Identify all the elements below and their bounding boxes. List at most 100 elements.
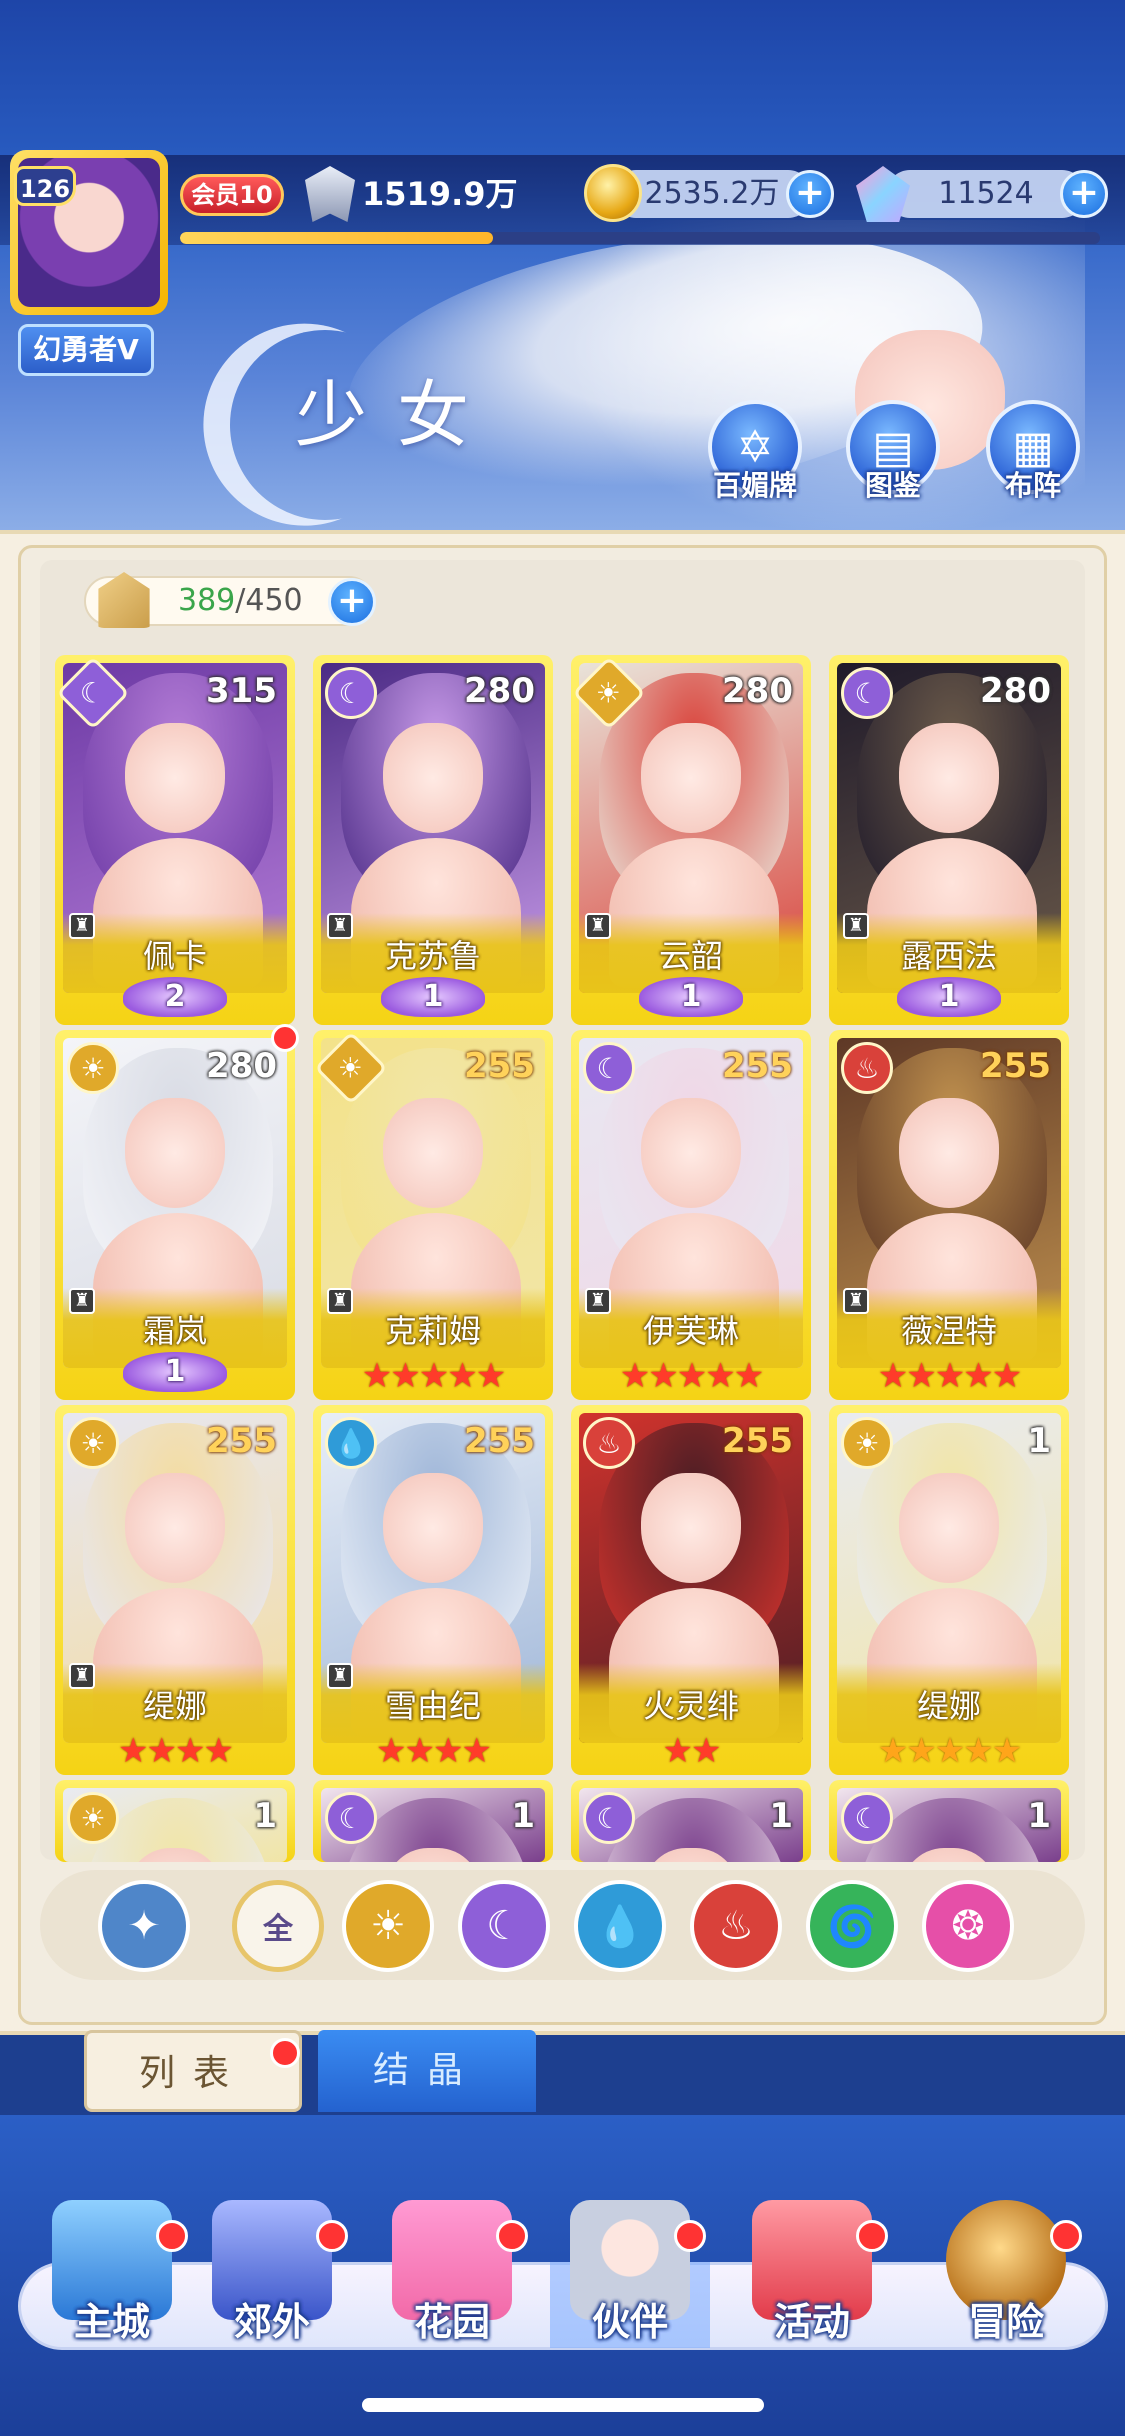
roster-count-current: 389 — [178, 583, 236, 618]
character-card[interactable]: ☾ 280 ♜ 克苏鲁 1 — [313, 655, 553, 1025]
character-card[interactable]: ☾ 315 ♜ 佩卡 2 — [55, 655, 295, 1025]
star-icon: ★ — [705, 1356, 736, 1396]
tab-list[interactable]: 列表 — [84, 2030, 302, 2112]
character-card[interactable]: ☾ 255 ♜ 伊芙琳 ★★★★★ — [571, 1030, 811, 1400]
header-background — [0, 0, 1125, 540]
star-icon: ★ — [619, 1356, 651, 1396]
moon-element-icon: ☾ — [325, 667, 377, 719]
portrait-face — [641, 1098, 741, 1208]
formation-button[interactable]: ▦ 布阵 — [978, 400, 1088, 510]
character-level: 1 — [1027, 1796, 1051, 1836]
character-name: 缇娜 — [916, 1687, 981, 1725]
portrait-face — [383, 1473, 483, 1583]
nav-gift[interactable]: 活动 — [732, 2200, 892, 2360]
star-icon: ★ — [934, 1356, 966, 1396]
character-card[interactable]: ♨ 255 火灵绯 ★★ — [571, 1405, 811, 1775]
character-level: 1 — [1027, 1421, 1051, 1461]
star-rating: ★★★★★ — [837, 1733, 1061, 1769]
filter-sun-button[interactable]: ☀ — [342, 1880, 434, 1972]
character-level: 255 — [464, 1046, 535, 1086]
filter-heart-button[interactable]: ❂ — [922, 1880, 1014, 1972]
star-icon: ★ — [475, 1356, 507, 1396]
portrait-face — [899, 723, 999, 833]
player-title-badge[interactable]: 幻勇者V — [18, 324, 154, 376]
star-icon: ★ — [991, 1731, 1023, 1771]
vip-badge[interactable]: 会员10 — [180, 174, 284, 216]
nav-notification-dot — [316, 2220, 348, 2252]
moon-element-icon: ☾ — [841, 667, 893, 719]
nav-castle[interactable]: 主城 — [32, 2200, 192, 2360]
character-level: 280 — [464, 671, 535, 711]
nav-heart[interactable]: 花园 — [372, 2200, 532, 2360]
nav-label: 主城 — [73, 2300, 150, 2344]
home-indicator[interactable] — [362, 2398, 764, 2412]
character-card[interactable]: ☾ 1 — [313, 1780, 553, 1862]
star-icon: ★ — [376, 1731, 407, 1771]
character-card[interactable]: ☾ 1 — [571, 1780, 811, 1862]
awakening-wing-badge: 1 — [897, 977, 1001, 1017]
nav-portal[interactable]: 郊外 — [192, 2200, 352, 2360]
moon-element-icon: ☾ — [841, 1792, 893, 1844]
star-icon: ★ — [146, 1731, 178, 1771]
portrait-face — [641, 1473, 741, 1583]
water-icon: 💧 — [595, 1903, 645, 1950]
moon-element-icon: ☾ — [583, 1792, 635, 1844]
portrait-face — [383, 723, 483, 833]
formation-label: 布阵 — [1004, 469, 1061, 502]
character-card[interactable]: ♨ 255 ♜ 薇涅特 ★★★★★ — [829, 1030, 1069, 1400]
filter-fire-button[interactable]: ♨ — [690, 1880, 782, 1972]
star-icon: ★ — [963, 1731, 994, 1771]
moon-icon: ☾ — [486, 1903, 522, 1949]
character-card[interactable]: ☀ 1 缇娜 ★★★★★ — [829, 1405, 1069, 1775]
character-card[interactable]: ☀ 1 — [55, 1780, 295, 1862]
character-card[interactable]: ☀ 280 ♜ 霜岚 1 — [55, 1024, 299, 1400]
card-collection-label: 百媚牌 — [712, 469, 797, 502]
nav-compass[interactable]: 冒险 — [926, 2200, 1086, 2360]
filter-moon-button[interactable]: ☾ — [458, 1880, 550, 1972]
element-glyph: ☾ — [854, 676, 880, 710]
nav-label: 花园 — [413, 2300, 490, 2344]
nav-notification-dot — [496, 2220, 528, 2252]
character-level: 280 — [206, 1046, 277, 1086]
character-card[interactable]: ☾ 1 — [829, 1780, 1069, 1862]
character-card[interactable]: 💧 255 ♜ 雪由纪 ★★★★ — [313, 1405, 553, 1775]
portrait-face — [383, 1098, 483, 1208]
character-level: 280 — [722, 671, 793, 711]
add-gem-button[interactable]: + — [1060, 170, 1108, 218]
sun-element-icon: ☀ — [67, 1417, 119, 1469]
character-level: 1 — [769, 1796, 793, 1836]
character-card[interactable]: ☾ 280 ♜ 露西法 1 — [829, 655, 1069, 1025]
add-gold-button[interactable]: + — [786, 170, 834, 218]
filter-wind-button[interactable]: 🌀 — [806, 1880, 898, 1972]
character-card[interactable]: ☀ 255 ♜ 克莉姆 ★★★★★ — [313, 1030, 553, 1400]
star-icon: ★ — [662, 1731, 694, 1771]
element-glyph: ☾ — [80, 676, 106, 710]
character-level: 255 — [722, 1046, 793, 1086]
filter-all-button[interactable]: 全 — [232, 1880, 324, 1972]
card-notification-dot — [271, 1024, 299, 1052]
character-level: 1 — [511, 1796, 535, 1836]
fire-icon: ♨ — [718, 1903, 754, 1949]
encyclopedia-button[interactable]: ▤ 图鉴 — [838, 400, 948, 510]
expand-roster-button[interactable]: + — [328, 578, 376, 626]
filter-water-button[interactable]: 💧 — [574, 1880, 666, 1972]
star-icon: ★ — [963, 1356, 994, 1396]
character-card[interactable]: ☀ 255 ♜ 缇娜 ★★★★ — [55, 1405, 295, 1775]
card-collection-button[interactable]: ✡ 百媚牌 — [700, 400, 810, 510]
element-glyph: ☀ — [80, 1801, 106, 1835]
element-glyph: ♨ — [596, 1426, 622, 1460]
character-name: 雪由纪 — [384, 1687, 481, 1725]
portrait-face — [125, 723, 225, 833]
element-glyph: 💧 — [333, 1426, 369, 1460]
character-name: 缇娜 — [142, 1687, 207, 1725]
fire-element-icon: ♨ — [583, 1417, 635, 1469]
tab-crystal[interactable]: 结晶 — [318, 2030, 536, 2112]
nav-notification-dot — [674, 2220, 706, 2252]
nav-partner[interactable]: 伙伴 — [550, 2200, 710, 2360]
roster-count: 389/450 — [178, 578, 328, 624]
filter-rank-button[interactable]: ✦ — [98, 1880, 190, 1972]
star-icon: ★ — [418, 1356, 450, 1396]
element-glyph: ☀ — [854, 1426, 880, 1460]
character-card[interactable]: ☀ 280 ♜ 云韶 1 — [571, 655, 811, 1025]
star-rating: ★★★★★ — [579, 1358, 803, 1394]
